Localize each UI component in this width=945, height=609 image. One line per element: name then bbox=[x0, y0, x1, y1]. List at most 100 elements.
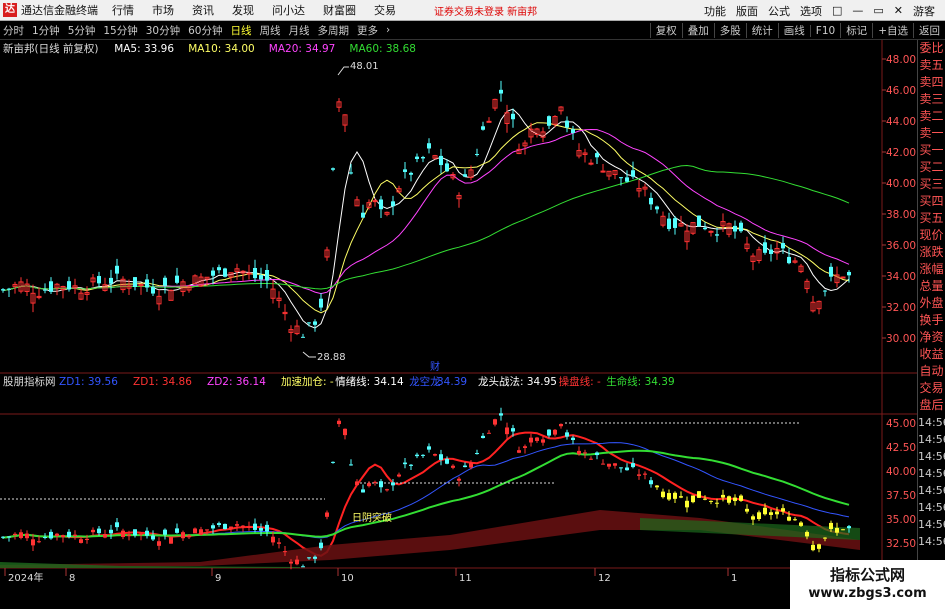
period-multi[interactable]: 多周期 bbox=[318, 23, 350, 38]
period-5min[interactable]: 5分钟 bbox=[68, 23, 96, 38]
side-item-10: 买五 bbox=[919, 211, 944, 225]
period-daily[interactable]: 日线 bbox=[231, 23, 252, 38]
ind-candle bbox=[757, 512, 761, 520]
period-1min[interactable]: 1分钟 bbox=[32, 23, 60, 38]
menu-zixun[interactable]: 资讯 bbox=[192, 2, 214, 18]
window-restore-icon[interactable]: □ bbox=[832, 4, 842, 17]
minimize-icon[interactable]: — bbox=[852, 4, 863, 17]
huaxian-button[interactable]: 画线 bbox=[777, 23, 810, 38]
period-more[interactable]: 更多 bbox=[357, 23, 378, 38]
menu-banmian[interactable]: 版面 bbox=[736, 3, 758, 19]
login-alert[interactable]: 证券交易未登录 新亩邦 bbox=[434, 3, 537, 18]
period-30min[interactable]: 30分钟 bbox=[146, 23, 180, 38]
candle-down bbox=[439, 155, 443, 166]
candle-down bbox=[349, 172, 353, 174]
candle-down bbox=[673, 218, 677, 228]
f10-button[interactable]: F10 bbox=[809, 24, 840, 37]
ind-candle bbox=[121, 530, 125, 538]
menu-jiaoyi[interactable]: 交易 bbox=[374, 2, 396, 18]
candle-down bbox=[319, 298, 323, 308]
candle-down bbox=[223, 268, 227, 277]
ind-candle bbox=[505, 427, 509, 435]
ind-candle bbox=[829, 522, 833, 530]
ind-candle bbox=[241, 525, 245, 527]
candle-down bbox=[781, 243, 785, 249]
main-legend-name: 新亩邦(日线 前复权) bbox=[3, 42, 99, 55]
maximize-icon[interactable]: ▭ bbox=[873, 4, 883, 17]
side-item-22: 14:56 bbox=[918, 416, 945, 429]
ind-candle bbox=[91, 529, 95, 533]
ind-candle bbox=[181, 532, 185, 539]
watermark-url: www.zbgs3.com bbox=[808, 586, 927, 601]
ind-candle bbox=[787, 516, 791, 521]
side-item-21[interactable]: 盘后 bbox=[918, 397, 945, 414]
ind-candle bbox=[727, 496, 731, 503]
date-label: 8 bbox=[69, 573, 75, 584]
menu-gongshi[interactable]: 公式 bbox=[768, 3, 790, 19]
candle-down bbox=[511, 113, 515, 120]
candle-down bbox=[133, 277, 137, 288]
price-tick-label: 42.00 bbox=[886, 147, 916, 159]
fuquan-button[interactable]: 复权 bbox=[649, 23, 682, 38]
menu-gongneng[interactable]: 功能 bbox=[704, 3, 726, 19]
ind-candle bbox=[643, 473, 647, 475]
ma-legend-2: MA20: 34.97 bbox=[269, 43, 336, 55]
menu-hangqing[interactable]: 行情 bbox=[112, 2, 134, 18]
period-fenshi[interactable]: 分时 bbox=[3, 23, 24, 38]
diejia-button[interactable]: 叠加 bbox=[681, 23, 714, 38]
ind-candle bbox=[649, 480, 653, 485]
ind-candle bbox=[463, 465, 467, 468]
menu-xuanxiang[interactable]: 选项 bbox=[800, 3, 822, 19]
biaoji-button[interactable]: 标记 bbox=[840, 23, 872, 38]
side-item-5: 卖一 bbox=[919, 126, 944, 140]
ind-candle bbox=[475, 453, 479, 455]
side-item-16: 换手 bbox=[919, 313, 944, 327]
menu-faxian[interactable]: 发现 bbox=[232, 2, 254, 18]
period-monthly[interactable]: 月线 bbox=[289, 23, 310, 38]
ind-candle bbox=[511, 428, 515, 432]
side-item-20[interactable]: 交易 bbox=[918, 380, 945, 397]
price-tick-label: 44.00 bbox=[886, 116, 916, 128]
candle-up bbox=[486, 120, 492, 123]
ind-candle bbox=[487, 432, 491, 434]
period-60min[interactable]: 60分钟 bbox=[188, 23, 222, 38]
ind-candle bbox=[577, 450, 581, 455]
tongji-button[interactable]: 统计 bbox=[745, 23, 778, 38]
back-button[interactable]: 返回 bbox=[913, 23, 945, 38]
ind-candle bbox=[127, 534, 131, 537]
ind-candle bbox=[751, 516, 755, 520]
candle-up bbox=[246, 272, 252, 275]
ind-candle bbox=[25, 533, 29, 539]
stock-chart[interactable]: 新亩邦(日线 前复权) MA5: 33.96 MA10: 34.00 MA20: 34… bbox=[0, 40, 917, 609]
side-item-24: 14:56 bbox=[918, 450, 945, 463]
candle-up bbox=[588, 162, 594, 165]
period-weekly[interactable]: 周线 bbox=[260, 23, 281, 38]
candle-down bbox=[259, 275, 263, 280]
ind-candle bbox=[73, 534, 77, 536]
ind-candle bbox=[763, 507, 767, 515]
close-icon[interactable]: ✕ bbox=[894, 4, 903, 17]
ind-candle bbox=[427, 446, 431, 450]
ind-candle bbox=[295, 559, 299, 565]
ind-candle bbox=[193, 528, 197, 534]
candle-down bbox=[565, 120, 569, 128]
menu-shichang[interactable]: 市场 bbox=[152, 2, 174, 18]
side-item-0: 委比 bbox=[919, 41, 944, 55]
chevron-right-icon[interactable]: › bbox=[386, 24, 390, 36]
ind-candle bbox=[361, 489, 365, 493]
add-watchlist-button[interactable]: +自选 bbox=[872, 23, 913, 38]
candle-down bbox=[331, 168, 335, 170]
price-tick-label: 38.00 bbox=[886, 209, 916, 221]
menu-wenxiaoda[interactable]: 问小达 bbox=[272, 2, 305, 18]
ind-candle bbox=[637, 474, 641, 476]
ind-candle bbox=[433, 454, 437, 456]
ind-candle bbox=[667, 493, 671, 500]
side-item-19[interactable]: 自动 bbox=[918, 363, 945, 380]
side-item-18: 收益 bbox=[919, 347, 944, 361]
ind-candle bbox=[151, 535, 155, 540]
duogu-button[interactable]: 多股 bbox=[713, 23, 746, 38]
period-15min[interactable]: 15分钟 bbox=[103, 23, 137, 38]
user-label[interactable]: 游客 bbox=[913, 3, 935, 19]
ind-candle bbox=[769, 512, 773, 515]
menu-caifuquan[interactable]: 财富圈 bbox=[323, 2, 356, 18]
